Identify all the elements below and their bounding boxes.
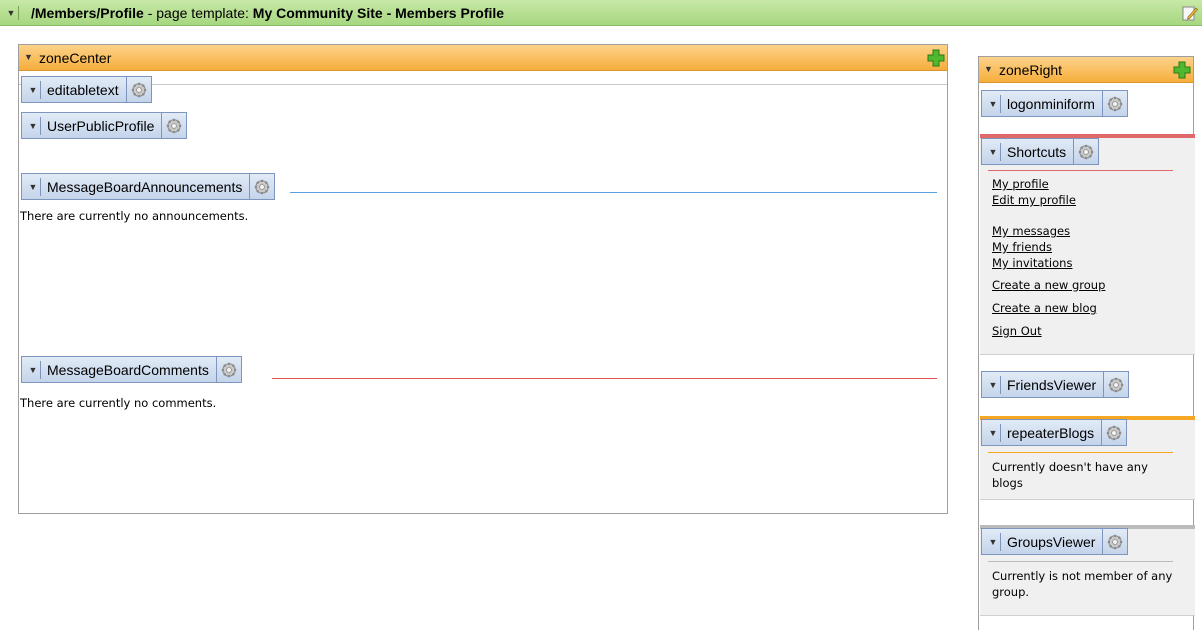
groups-empty-message: Currently is not member of any group. <box>992 569 1173 599</box>
blogs-divider <box>988 452 1173 453</box>
add-webpart-icon[interactable] <box>927 49 945 67</box>
webpart-header[interactable]: ▼ editabletext <box>21 76 127 103</box>
webpart-title: MessageBoardAnnouncements <box>47 178 243 195</box>
webpart-shortcuts[interactable]: ▼ Shortcuts <box>981 138 1100 165</box>
webpart-header[interactable]: ▼ FriendsViewer <box>981 371 1105 398</box>
webpart-title: repeaterBlogs <box>1007 424 1095 441</box>
collapse-icon[interactable]: ▼ <box>26 80 41 99</box>
gear-icon[interactable] <box>1102 90 1128 117</box>
shortcuts-divider <box>988 170 1173 171</box>
add-webpart-icon[interactable] <box>1173 61 1191 79</box>
collapse-icon[interactable]: ▼ <box>986 423 1001 442</box>
webpart-header[interactable]: ▼ MessageBoardAnnouncements <box>21 173 251 200</box>
link-my-profile[interactable]: My profile <box>992 176 1105 192</box>
comments-divider <box>272 378 937 379</box>
page-template-title: /Members/Profile - page template: My Com… <box>31 5 504 21</box>
zone-right-header: ▼ zoneRight <box>979 57 1193 83</box>
webpart-friendsviewer[interactable]: ▼ FriendsViewer <box>981 371 1130 398</box>
link-create-blog[interactable]: Create a new blog <box>992 300 1105 316</box>
webpart-title: editabletext <box>47 81 119 98</box>
page-path: /Members/Profile <box>31 5 144 21</box>
webpart-header[interactable]: ▼ UserPublicProfile <box>21 112 163 139</box>
collapse-icon[interactable]: ▼ <box>986 532 1001 551</box>
edit-page-icon[interactable] <box>1182 5 1198 21</box>
webpart-title: MessageBoardComments <box>47 361 209 378</box>
shortcuts-links: My profile Edit my profile My messages M… <box>992 176 1105 339</box>
collapse-icon[interactable]: ▼ <box>986 142 1001 161</box>
webpart-header[interactable]: ▼ MessageBoardComments <box>21 356 217 383</box>
gear-icon[interactable] <box>1104 371 1130 398</box>
link-my-invitations[interactable]: My invitations <box>992 255 1105 271</box>
page-template-header: ▼ /Members/Profile - page template: My C… <box>0 0 1202 26</box>
collapse-icon[interactable]: ▼ <box>986 375 1001 394</box>
link-sign-out[interactable]: Sign Out <box>992 323 1105 339</box>
gear-icon[interactable] <box>126 76 152 103</box>
link-my-messages[interactable]: My messages <box>992 223 1105 239</box>
collapse-icon[interactable]: ▼ <box>26 177 41 196</box>
gear-icon[interactable] <box>162 112 188 139</box>
zone-center-title: zoneCenter <box>39 50 112 66</box>
webpart-title: GroupsViewer <box>1007 533 1096 550</box>
collapse-icon[interactable]: ▼ <box>4 6 19 20</box>
gear-icon[interactable] <box>1074 138 1100 165</box>
collapse-icon[interactable]: ▼ <box>984 63 993 75</box>
comments-empty-message: There are currently no comments. <box>20 396 217 410</box>
webpart-title: FriendsViewer <box>1007 376 1097 393</box>
webpart-userpublicprofile[interactable]: ▼ UserPublicProfile <box>21 112 188 139</box>
webpart-title: Shortcuts <box>1007 143 1067 160</box>
link-create-group[interactable]: Create a new group <box>992 277 1105 293</box>
page-template-label: - page template: <box>143 5 253 21</box>
groups-divider <box>988 561 1173 562</box>
announcements-empty-message: There are currently no announcements. <box>20 209 249 223</box>
gear-icon[interactable] <box>250 173 276 200</box>
link-my-friends[interactable]: My friends <box>992 239 1105 255</box>
webpart-title: UserPublicProfile <box>47 117 155 134</box>
gear-icon[interactable] <box>1103 528 1129 555</box>
announcements-divider <box>290 192 937 193</box>
webpart-messageboard-comments[interactable]: ▼ MessageBoardComments <box>21 356 242 383</box>
blogs-empty-message: Currently doesn't have any blogs <box>992 460 1148 490</box>
webpart-repeaterblogs[interactable]: ▼ repeaterBlogs <box>981 419 1128 446</box>
webpart-messageboard-announcements[interactable]: ▼ MessageBoardAnnouncements <box>21 173 276 200</box>
webpart-header[interactable]: ▼ GroupsViewer <box>981 528 1104 555</box>
zone-center-separator <box>19 84 947 85</box>
webpart-header[interactable]: ▼ Shortcuts <box>981 138 1075 165</box>
collapse-icon[interactable]: ▼ <box>986 94 1001 113</box>
gear-icon[interactable] <box>216 356 242 383</box>
webpart-header[interactable]: ▼ repeaterBlogs <box>981 419 1103 446</box>
template-name: My Community Site - Members Profile <box>252 5 505 21</box>
webpart-editabletext[interactable]: ▼ editabletext <box>21 76 152 103</box>
webpart-logonminiform[interactable]: ▼ logonminiform <box>981 90 1128 117</box>
webpart-title: logonminiform <box>1007 95 1095 112</box>
collapse-icon[interactable]: ▼ <box>24 51 33 63</box>
webpart-groupsviewer[interactable]: ▼ GroupsViewer <box>981 528 1129 555</box>
zone-center-header: ▼ zoneCenter <box>19 45 947 71</box>
gear-icon[interactable] <box>1102 419 1128 446</box>
link-edit-my-profile[interactable]: Edit my profile <box>992 192 1105 208</box>
webpart-header[interactable]: ▼ logonminiform <box>981 90 1103 117</box>
collapse-icon[interactable]: ▼ <box>26 360 41 379</box>
zone-right-title: zoneRight <box>999 62 1063 78</box>
collapse-icon[interactable]: ▼ <box>26 116 41 135</box>
